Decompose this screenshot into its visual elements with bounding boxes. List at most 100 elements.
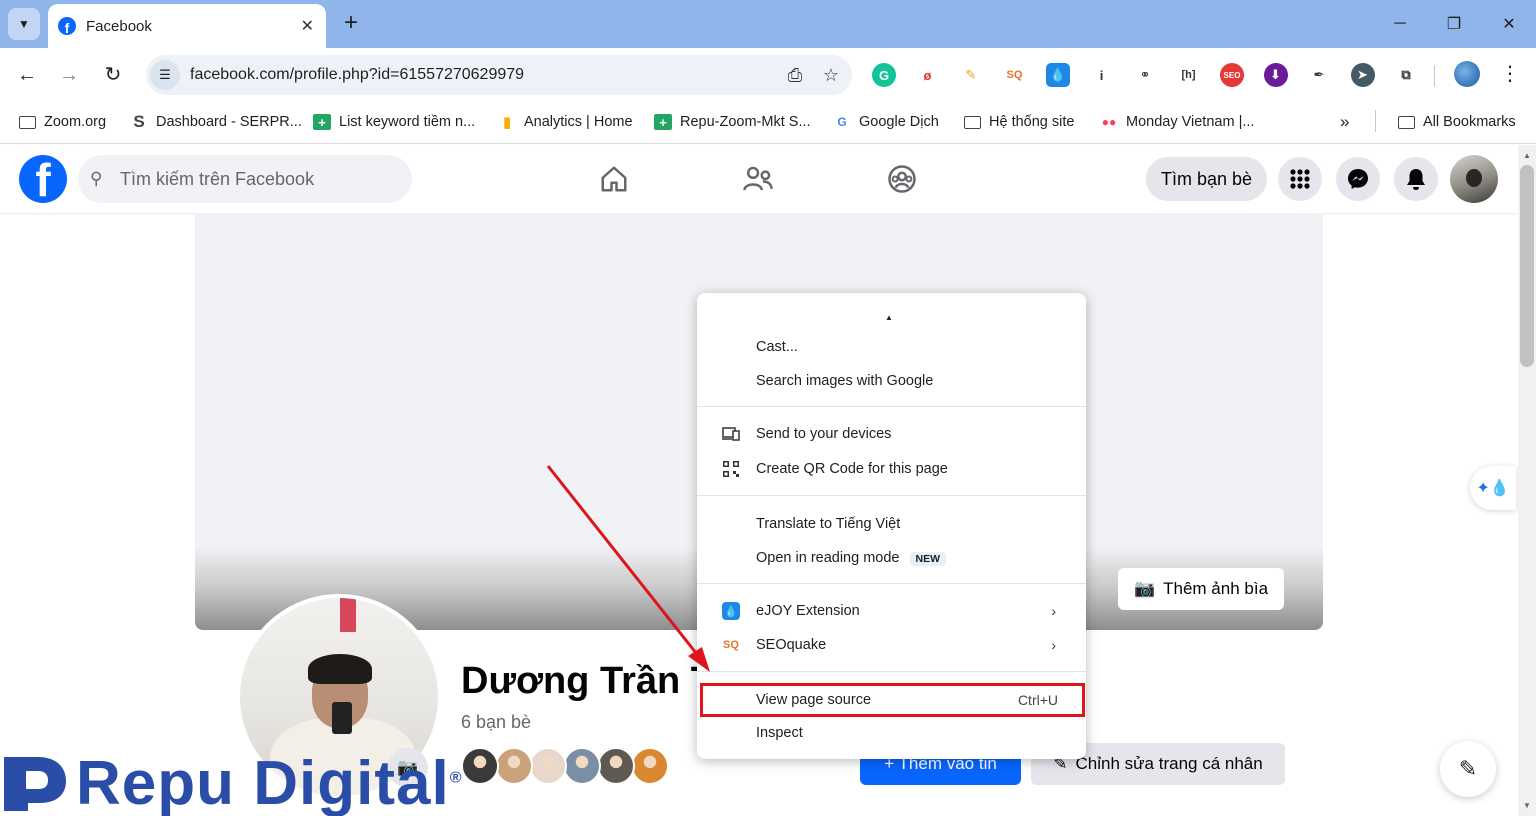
ejoy-icon: 💧 xyxy=(721,601,741,621)
facebook-logo-icon[interactable]: f xyxy=(19,155,67,203)
notifications-button[interactable] xyxy=(1394,157,1438,201)
seo-icon[interactable]: SEO xyxy=(1220,63,1244,87)
close-window-button[interactable]: ✕ xyxy=(1489,10,1529,38)
facebook-header: f ⚲ Tìm bạn bè xyxy=(0,145,1518,213)
repu-digital-watermark: Repu Digital® xyxy=(0,752,462,816)
friend-avatar[interactable] xyxy=(597,747,635,785)
new-tab-button[interactable]: + xyxy=(338,10,364,38)
serprobot-icon: S xyxy=(133,112,145,131)
menu-item-create-qr[interactable]: Create QR Code for this page xyxy=(697,454,1086,484)
scrollbar-thumb[interactable] xyxy=(1520,165,1534,367)
bookmark-google-translate[interactable]: G Google Dịch xyxy=(833,111,938,133)
restore-button[interactable]: ❐ xyxy=(1434,10,1474,38)
bookmark-serprobot[interactable]: S Dashboard - SERPR... xyxy=(130,111,302,133)
menu-item-translate[interactable]: Translate to Tiếng Việt xyxy=(697,509,1086,539)
forward-button[interactable]: → xyxy=(54,60,84,90)
menu-item-seoquake[interactable]: SQ SEOquake › xyxy=(697,630,1086,660)
analytics-icon: ▮ xyxy=(502,114,512,131)
bookmark-analytics[interactable]: ▮ Analytics | Home xyxy=(498,111,633,133)
link-icon[interactable]: ⚭ xyxy=(1133,63,1157,87)
facebook-search[interactable]: ⚲ xyxy=(78,155,412,203)
sheets-icon: + xyxy=(654,114,672,130)
friend-avatar[interactable] xyxy=(529,747,567,785)
arrow-left-icon: ← xyxy=(17,64,37,86)
bookmarks-overflow-button[interactable]: » xyxy=(1340,111,1349,133)
heading-icon[interactable]: [h] xyxy=(1176,63,1201,87)
info-icon[interactable]: i xyxy=(1089,63,1114,87)
menu-item-ejoy[interactable]: 💧 eJOY Extension › xyxy=(697,596,1086,626)
add-cover-photo-button[interactable]: 📷 Thêm ảnh bìa xyxy=(1118,568,1284,610)
new-message-button[interactable]: ✎ xyxy=(1440,741,1496,797)
menu-button[interactable] xyxy=(1278,157,1322,201)
chevron-right-icon: › xyxy=(1051,637,1056,653)
menu-item-search-images[interactable]: Search images with Google xyxy=(697,366,1086,396)
watermark-text: Repu Digital® xyxy=(76,749,463,816)
menu-item-inspect[interactable]: Inspect xyxy=(697,718,1086,748)
menu-separator xyxy=(697,406,1086,407)
menu-item-send-to-devices[interactable]: Send to your devices xyxy=(697,419,1086,449)
chevron-down-icon: ▼ xyxy=(18,17,30,31)
person-hair xyxy=(308,654,372,684)
repu-digital-logo-icon xyxy=(0,753,72,815)
url-text[interactable]: facebook.com/profile.php?id=615572706299… xyxy=(190,66,780,84)
nav-home[interactable] xyxy=(594,161,634,197)
friend-avatar[interactable] xyxy=(631,747,669,785)
tab-close-icon[interactable]: ✕ xyxy=(301,16,314,36)
compose-icon: ✎ xyxy=(1458,756,1478,781)
bookmark-star-icon[interactable]: ☆ xyxy=(816,65,846,86)
grammarly-icon[interactable]: G xyxy=(872,63,896,87)
reload-button[interactable]: ↻ xyxy=(98,60,128,90)
puzzle-icon[interactable]: ⧉ xyxy=(1394,63,1418,87)
friends-count[interactable]: 6 bạn bè xyxy=(461,712,531,733)
folder-icon xyxy=(963,114,981,130)
tab-strip: ▼ f Facebook ✕ + ─ ❐ ✕ xyxy=(0,0,1536,48)
menu-separator xyxy=(697,583,1086,584)
seoquake-icon[interactable]: SQ xyxy=(1002,63,1027,87)
site-settings-icon[interactable]: ☰ xyxy=(150,60,180,90)
nav-friends[interactable] xyxy=(738,161,778,197)
home-icon xyxy=(601,166,627,192)
search-icon: ⚲ xyxy=(90,169,103,188)
menu-item-reading-mode[interactable]: Open in reading mode NEW xyxy=(697,543,1086,573)
toolbar-divider xyxy=(1434,65,1435,87)
devices-icon xyxy=(721,424,741,444)
all-bookmarks-button[interactable]: All Bookmarks xyxy=(1397,111,1516,133)
tab-title: Facebook xyxy=(86,17,152,35)
back-button[interactable]: ← xyxy=(12,60,42,90)
folder-icon xyxy=(1397,114,1415,130)
address-bar[interactable]: ☰ facebook.com/profile.php?id=6155727062… xyxy=(146,55,852,95)
ejoy-floating-button[interactable]: ✦💧 xyxy=(1470,466,1516,510)
eyedropper-icon[interactable]: ✒ xyxy=(1307,63,1331,87)
tab-search-button[interactable]: ▼ xyxy=(8,8,40,40)
account-avatar[interactable] xyxy=(1450,155,1498,203)
minimize-button[interactable]: ─ xyxy=(1380,10,1420,38)
download-icon[interactable]: ⬇ xyxy=(1263,63,1288,87)
friend-avatar[interactable] xyxy=(563,747,601,785)
nav-groups[interactable] xyxy=(882,161,922,197)
cursor-icon[interactable]: ➤ xyxy=(1350,63,1375,87)
scroll-down-icon[interactable]: ▼ xyxy=(1518,798,1536,814)
bookmark-repu-zoom[interactable]: + Repu-Zoom-Mkt S... xyxy=(654,111,811,133)
install-app-icon[interactable]: ⎙ xyxy=(780,65,810,86)
bookmark-monday[interactable]: ●● Monday Vietnam |... xyxy=(1100,111,1255,133)
menu-kebab-icon[interactable]: ⋮ xyxy=(1500,62,1520,88)
bookmark-zoom-org[interactable]: Zoom.org xyxy=(18,111,106,133)
menu-item-cast[interactable]: Cast... xyxy=(697,332,1086,362)
ext-red-icon[interactable]: ø xyxy=(915,63,940,87)
phone xyxy=(332,702,352,734)
messenger-button[interactable] xyxy=(1336,157,1380,201)
friend-avatar[interactable] xyxy=(495,747,533,785)
facebook-search-input[interactable] xyxy=(120,168,400,190)
scroll-up-caret-icon[interactable]: ▲ xyxy=(885,313,893,322)
background-decoration xyxy=(340,598,356,632)
bookmark-he-thong-site[interactable]: Hệ thống site xyxy=(963,111,1074,133)
scroll-up-icon[interactable]: ▲ xyxy=(1518,148,1536,164)
grid-menu-icon xyxy=(1290,169,1310,189)
friend-avatar[interactable] xyxy=(461,747,499,785)
bookmark-list-keyword[interactable]: + List keyword tiềm n... xyxy=(313,111,475,133)
find-friends-button[interactable]: Tìm bạn bè xyxy=(1146,157,1267,201)
highlighter-icon[interactable]: ✎ xyxy=(959,63,983,87)
profile-avatar-icon[interactable] xyxy=(1454,61,1480,87)
ejoy-icon[interactable]: 💧 xyxy=(1046,63,1070,87)
tab-facebook[interactable]: f Facebook ✕ xyxy=(48,4,326,48)
